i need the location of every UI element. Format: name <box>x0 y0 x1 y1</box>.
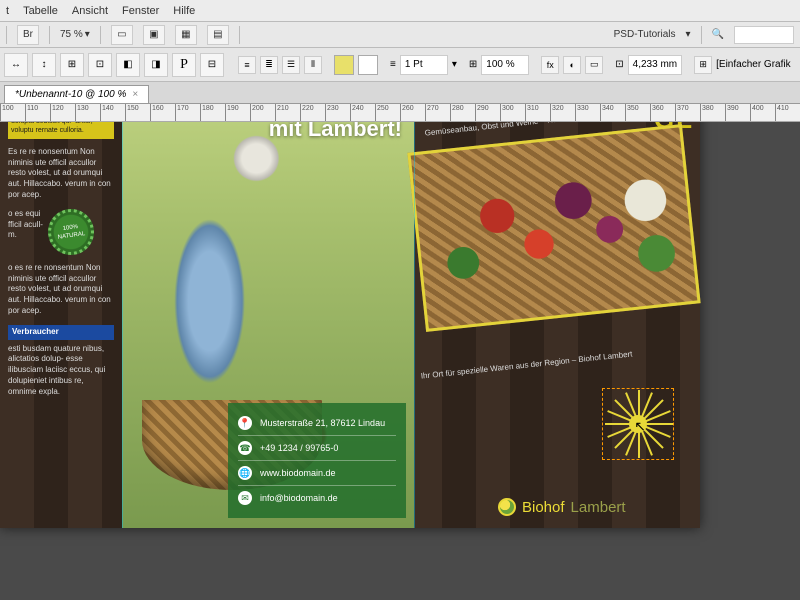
flyer-center-column: mit Lambert! 📍Musterstraße 21, 87612 Lin… <box>122 122 414 528</box>
mail-icon: ✉ <box>238 491 252 505</box>
stroke-weight-field[interactable]: 1 Pt <box>400 55 448 75</box>
opacity-button[interactable]: ◐ <box>563 56 581 74</box>
contact-row: 📍Musterstraße 21, 87612 Lindau <box>238 411 396 435</box>
menu-item[interactable]: Fenster <box>122 5 159 17</box>
close-icon[interactable]: × <box>132 89 138 100</box>
body-text: o es equi fficil acull- m. <box>8 209 44 241</box>
document-tab[interactable]: *Unbenannt-10 @ 100 % × <box>4 85 149 103</box>
horizontal-ruler: 1001101201301401501601701801902002102202… <box>0 104 800 122</box>
tool-button[interactable]: ⊞ <box>60 53 84 77</box>
section-heading: Verbraucher <box>8 325 114 340</box>
fill-swatch[interactable] <box>334 55 354 75</box>
paragraph-button[interactable]: P <box>172 53 196 77</box>
vegetable-photo <box>407 124 700 332</box>
body-text: o es re re nonsentum Non niminis ute off… <box>8 263 114 317</box>
view-mode-button[interactable]: ▤ <box>207 25 229 45</box>
chevron-down-icon: ▾ <box>85 29 90 40</box>
scale-icon: ⊞ <box>469 59 477 70</box>
zoom-dropdown[interactable]: 75 %▾ <box>60 29 90 40</box>
menu-item[interactable]: Tabelle <box>23 5 58 17</box>
menu-item[interactable]: Hilfe <box>173 5 195 17</box>
document-tabs: *Unbenannt-10 @ 100 % × <box>0 82 800 104</box>
tool-button[interactable]: ↕ <box>32 53 56 77</box>
stroke-icon: ≡ <box>390 59 396 70</box>
leaf-logo-icon <box>498 498 516 516</box>
pin-icon: 📍 <box>238 416 252 430</box>
tool-button[interactable]: ⊞ <box>694 56 712 74</box>
body-text: esti busdam quature nibus, alictatios do… <box>8 344 114 398</box>
contact-box: 📍Musterstraße 21, 87612 Lindau ☎+49 1234… <box>228 403 406 518</box>
tool-button[interactable]: ⊟ <box>200 53 224 77</box>
view-mode-button[interactable]: ▭ <box>111 25 133 45</box>
crop-icon: ⊡ <box>615 59 623 70</box>
headline-text: mit Lambert! <box>269 122 402 141</box>
flyer-left-column: dolupta debissit qui- antur, voluptu rer… <box>0 122 122 528</box>
canvas-area[interactable]: dolupta debissit qui- antur, voluptu rer… <box>0 122 800 600</box>
width-field[interactable]: 4,233 mm <box>628 55 682 75</box>
contact-row: ✉info@biodomain.de <box>238 485 396 510</box>
natural-stamp-icon: 100% NATURAL <box>45 206 97 258</box>
align-button[interactable]: ☰ <box>282 56 300 74</box>
brand-label: PSD-Tutorials <box>614 29 676 40</box>
tool-button[interactable]: ↔ <box>4 53 28 77</box>
chevron-down-icon: ▾ <box>452 59 457 70</box>
frame-mode-label: [Einfacher Grafik <box>716 59 790 70</box>
control-bar: Br 75 %▾ ▭ ▣ ▦ ▤ PSD-Tutorials ▾ 🔍 <box>0 22 800 48</box>
bridge-button[interactable]: Br <box>17 25 39 45</box>
document-page[interactable]: dolupta debissit qui- antur, voluptu rer… <box>0 122 700 528</box>
cursor-icon: ↖ <box>634 418 646 435</box>
tool-button[interactable]: ▭ <box>585 56 603 74</box>
tool-button[interactable]: ◨ <box>144 53 168 77</box>
scale-field[interactable]: 100 % <box>481 55 529 75</box>
menu-item[interactable]: t <box>6 5 9 17</box>
align-button[interactable]: ≣ <box>260 56 278 74</box>
flyer-right-column: GL Gemüseanbau, Obst und Weine – Köstlic… <box>414 122 700 528</box>
align-button[interactable]: ≡ <box>238 56 256 74</box>
globe-icon: 🌐 <box>238 466 252 480</box>
menu-item[interactable]: Ansicht <box>72 5 108 17</box>
brand-logo: Biohof Lambert <box>498 498 626 516</box>
fx-button[interactable]: fx <box>541 56 559 74</box>
align-button[interactable]: ⫴ <box>304 56 322 74</box>
phone-icon: ☎ <box>238 441 252 455</box>
tool-button[interactable]: ⊡ <box>88 53 112 77</box>
tool-button[interactable]: ◧ <box>116 53 140 77</box>
curved-text: Ihr Ort für spezielle Waren aus der Regi… <box>420 340 719 380</box>
chevron-down-icon: ▾ <box>686 29 691 40</box>
body-text: Es re re nonsentum Non niminis ute offic… <box>8 147 114 201</box>
stroke-swatch[interactable] <box>358 55 378 75</box>
format-toolbar: ↔ ↕ ⊞ ⊡ ◧ ◨ P ⊟ ≡ ≣ ☰ ⫴ ≡ 1 Pt ▾ ⊞ 100 %… <box>0 48 800 82</box>
menu-bar: t Tabelle Ansicht Fenster Hilfe <box>0 0 800 22</box>
search-input[interactable] <box>734 26 794 44</box>
search-icon: 🔍 <box>712 29 724 40</box>
contact-row: ☎+49 1234 / 99765-0 <box>238 435 396 460</box>
view-mode-button[interactable]: ▣ <box>143 25 165 45</box>
contact-row: 🌐www.biodomain.de <box>238 460 396 485</box>
view-mode-button[interactable]: ▦ <box>175 25 197 45</box>
yellow-callout: dolupta debissit qui- antur, voluptu rer… <box>8 122 114 139</box>
